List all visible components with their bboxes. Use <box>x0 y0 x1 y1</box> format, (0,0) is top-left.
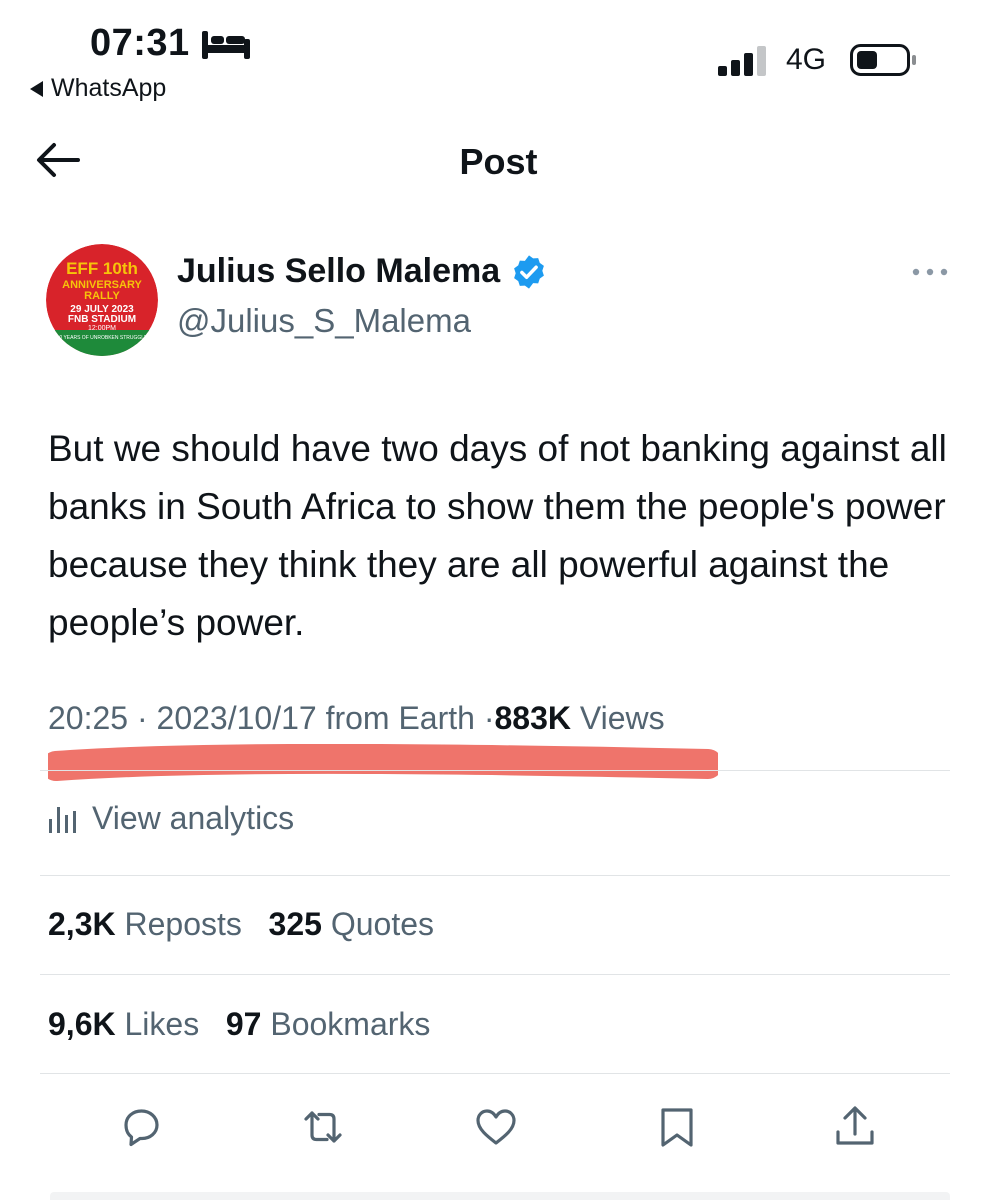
quotes-stat[interactable]: 325 Quotes <box>269 906 434 942</box>
status-time: 07:31 <box>90 22 252 65</box>
like-icon[interactable] <box>473 1104 519 1150</box>
avatar-line5: FNB STADIUM <box>68 314 136 325</box>
views-count: 883K <box>494 700 571 736</box>
avatar-line3: RALLY <box>84 290 120 302</box>
author-name[interactable]: Julius Sello Malema <box>177 252 548 291</box>
bookmarks-label: Bookmarks <box>270 1006 431 1042</box>
author-handle[interactable]: @Julius_S_Malema <box>177 302 471 340</box>
bookmark-icon[interactable] <box>654 1104 700 1150</box>
meta-separator: · <box>483 700 495 736</box>
avatar-line1: EFF 10th <box>66 259 138 278</box>
reply-icon[interactable] <box>118 1104 164 1150</box>
back-triangle-icon <box>30 80 43 97</box>
status-time-text: 07:31 <box>90 22 190 64</box>
post-date: 2023/10/17 <box>156 700 317 736</box>
bar-chart-icon <box>49 806 76 833</box>
reposts-count: 2,3K <box>48 906 116 942</box>
divider <box>40 875 950 876</box>
back-to-app-link[interactable]: WhatsApp <box>30 74 166 103</box>
avatar-line6: 12:00PM <box>88 325 116 332</box>
bookmarks-stat[interactable]: 97 Bookmarks <box>226 1006 431 1042</box>
quotes-label: Quotes <box>330 906 434 942</box>
verified-badge-icon <box>514 254 545 289</box>
views-label: Views <box>579 700 665 736</box>
meta-separator: · <box>136 700 148 736</box>
post-source: from Earth <box>325 700 475 736</box>
reposts-stat[interactable]: 2,3K Reposts <box>48 906 242 942</box>
divider <box>40 770 950 771</box>
post-time: 20:25 <box>48 700 129 736</box>
view-analytics-button[interactable]: View analytics <box>48 800 294 837</box>
view-analytics-label: View analytics <box>92 800 295 836</box>
likes-label: Likes <box>124 1006 200 1042</box>
quotes-count: 325 <box>268 906 322 942</box>
action-bar <box>0 1104 997 1152</box>
page-title: Post <box>459 141 538 182</box>
avatar-image: EFF 10th ANNIVERSARY RALLY 29 JULY 2023 … <box>46 244 158 356</box>
signal-bars-icon <box>718 46 766 76</box>
post-text: But we should have two days of not banki… <box>48 428 947 643</box>
repost-icon[interactable] <box>300 1104 346 1150</box>
avatar-line7: 10 YEARS OF UNROBKEN STRUGGLE <box>57 335 148 341</box>
likes-count: 9,6K <box>48 1006 116 1042</box>
stats-row-reposts: 2,3K Reposts 325 Quotes <box>48 906 434 943</box>
battery-icon <box>850 44 916 76</box>
divider <box>40 1073 950 1074</box>
reposts-label: Reposts <box>124 906 242 942</box>
share-icon[interactable] <box>832 1104 878 1150</box>
redaction-mark <box>48 744 718 781</box>
back-app-label: WhatsApp <box>51 74 167 102</box>
reply-bar-edge <box>50 1192 950 1200</box>
author-name-text: Julius Sello Malema <box>177 252 501 290</box>
bookmarks-count: 97 <box>225 1006 262 1042</box>
more-options-icon[interactable] <box>910 262 950 282</box>
divider <box>40 974 950 975</box>
stats-row-likes: 9,6K Likes 97 Bookmarks <box>48 1006 430 1043</box>
avatar[interactable]: EFF 10th ANNIVERSARY RALLY 29 JULY 2023 … <box>46 244 158 356</box>
bed-icon <box>201 30 250 59</box>
network-label: 4G <box>786 43 827 76</box>
likes-stat[interactable]: 9,6K Likes <box>48 1006 199 1042</box>
post-meta: 20:25 · 2023/10/17 from Earth ·883K View… <box>48 700 665 737</box>
